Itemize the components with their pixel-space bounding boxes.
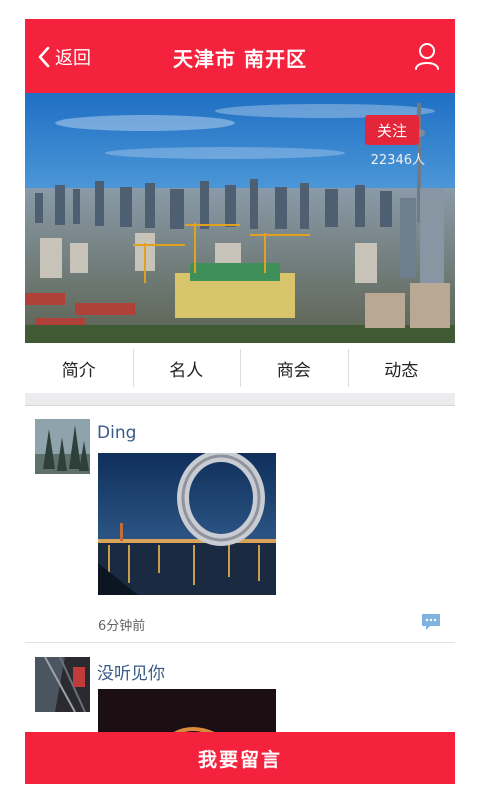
tab-chamber-of-commerce[interactable]: 商会 — [240, 343, 348, 393]
user-profile-button[interactable] — [413, 41, 441, 71]
post-image[interactable] — [98, 453, 276, 595]
app-frame: 返回 天津市 南开区 关注 22346人 简介 名人 商会 动态 Ding 6分… — [25, 19, 455, 784]
feed-post: Ding 6分钟前 — [25, 406, 455, 643]
dark-interior-avatar-image — [35, 657, 90, 712]
avatar[interactable] — [35, 657, 90, 712]
post-username[interactable]: Ding — [97, 423, 136, 443]
tab-activity[interactable]: 动态 — [347, 343, 456, 393]
follow-button[interactable]: 关注 — [365, 115, 419, 145]
avatar[interactable] — [35, 419, 90, 474]
top-nav-bar: 返回 天津市 南开区 — [25, 19, 455, 93]
section-tabs: 简介 名人 商会 动态 — [25, 343, 455, 393]
activity-feed: Ding 6分钟前 没听见你 — [25, 406, 455, 763]
post-timestamp: 6分钟前 — [98, 619, 146, 634]
page-title: 天津市 南开区 — [173, 47, 307, 71]
leave-message-button[interactable]: 我要留言 — [25, 732, 455, 784]
sculpture-lake-image — [98, 453, 276, 595]
comment-bubble-icon — [422, 614, 440, 630]
follower-count: 22346人 — [370, 153, 425, 168]
comment-button[interactable] — [421, 613, 441, 631]
city-banner: 关注 22346人 — [25, 93, 455, 343]
tab-intro[interactable]: 简介 — [25, 343, 133, 393]
tab-celebrities[interactable]: 名人 — [132, 343, 241, 393]
post-username[interactable]: 没听见你 — [97, 659, 165, 684]
section-divider — [25, 393, 455, 406]
user-profile-icon — [415, 43, 439, 70]
forest-avatar-image — [35, 419, 90, 474]
